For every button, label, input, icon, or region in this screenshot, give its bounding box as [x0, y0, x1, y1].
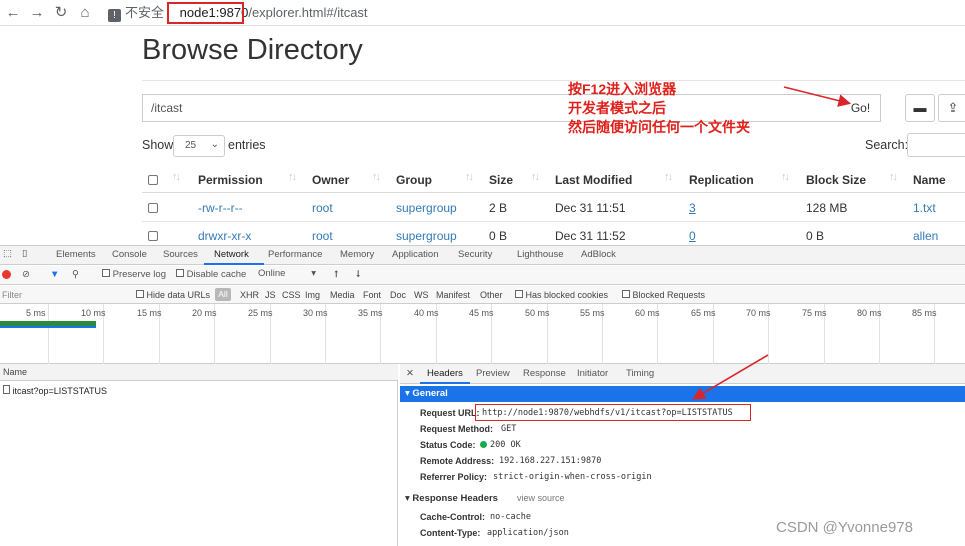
arrow-to-url: [692, 354, 769, 400]
annotation-arrows: [692, 86, 852, 400]
arrow-to-go: [783, 86, 852, 107]
